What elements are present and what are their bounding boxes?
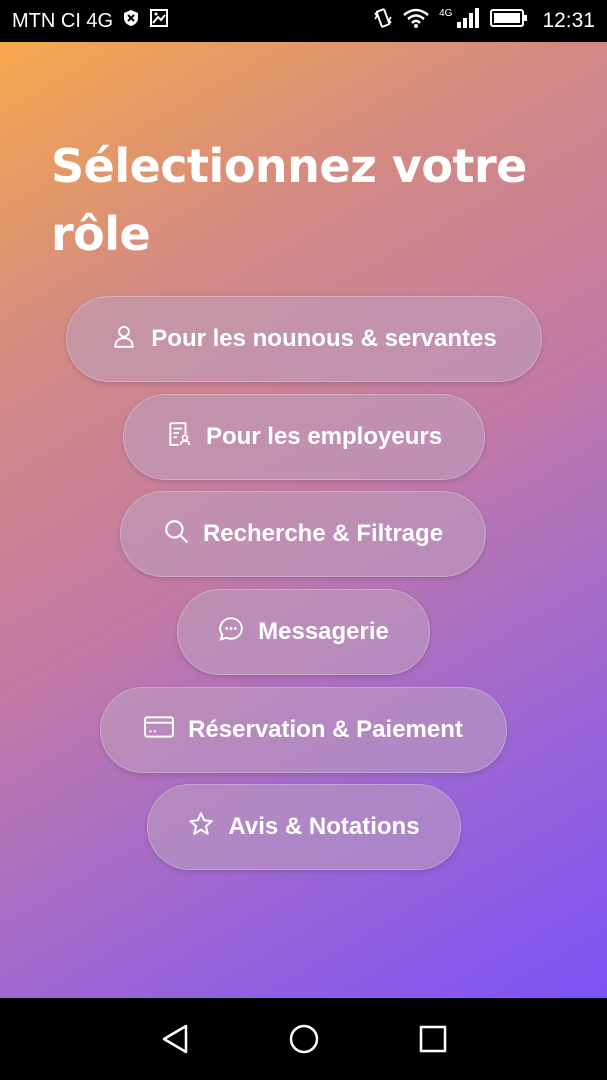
back-icon[interactable] <box>155 1019 195 1059</box>
search-icon <box>163 518 189 551</box>
role-button-nannies[interactable]: Pour les nounous & servantes <box>66 296 542 382</box>
role-button-messaging[interactable]: Messagerie <box>177 589 430 675</box>
user-icon <box>111 323 137 356</box>
status-bar: MTN CI 4G 4G 12:31 <box>0 0 607 42</box>
recents-icon[interactable] <box>413 1019 453 1059</box>
signal-icon <box>456 8 480 34</box>
clock: 12:31 <box>542 9 595 32</box>
wifi-icon <box>403 8 429 34</box>
image-icon <box>149 8 169 34</box>
navigation-bar <box>0 998 607 1080</box>
role-label: Messagerie <box>258 618 389 645</box>
chat-icon <box>218 616 244 649</box>
role-button-booking-payment[interactable]: Réservation & Paiement <box>100 687 507 773</box>
role-label: Recherche & Filtrage <box>202 520 444 547</box>
id-card-icon <box>166 421 192 454</box>
role-label: Réservation & Paiement <box>188 716 463 743</box>
battery-icon <box>490 8 528 34</box>
role-selection-screen: Sélectionnez votre rôle Pour les nounous… <box>0 42 607 998</box>
vibrate-icon <box>373 7 393 35</box>
network-type-badge: 4G <box>439 7 453 19</box>
role-button-employers[interactable]: Pour les employeurs <box>123 394 485 480</box>
credit-card-icon <box>144 714 175 747</box>
shield-icon <box>123 9 139 33</box>
role-button-search[interactable]: Recherche & Filtrage <box>120 491 486 577</box>
role-label: Avis & Notations <box>228 813 420 840</box>
home-icon[interactable] <box>284 1019 324 1059</box>
role-button-reviews[interactable]: Avis & Notations <box>147 784 461 870</box>
status-left: MTN CI 4G <box>12 8 169 34</box>
role-label: Pour les employeurs <box>205 423 443 450</box>
status-right: 4G 12:31 <box>373 7 595 35</box>
role-label: Pour les nounous & servantes <box>151 325 497 352</box>
star-icon <box>188 811 214 844</box>
page-title: Sélectionnez votre rôle <box>51 139 527 261</box>
carrier-label: MTN CI 4G <box>12 9 114 32</box>
